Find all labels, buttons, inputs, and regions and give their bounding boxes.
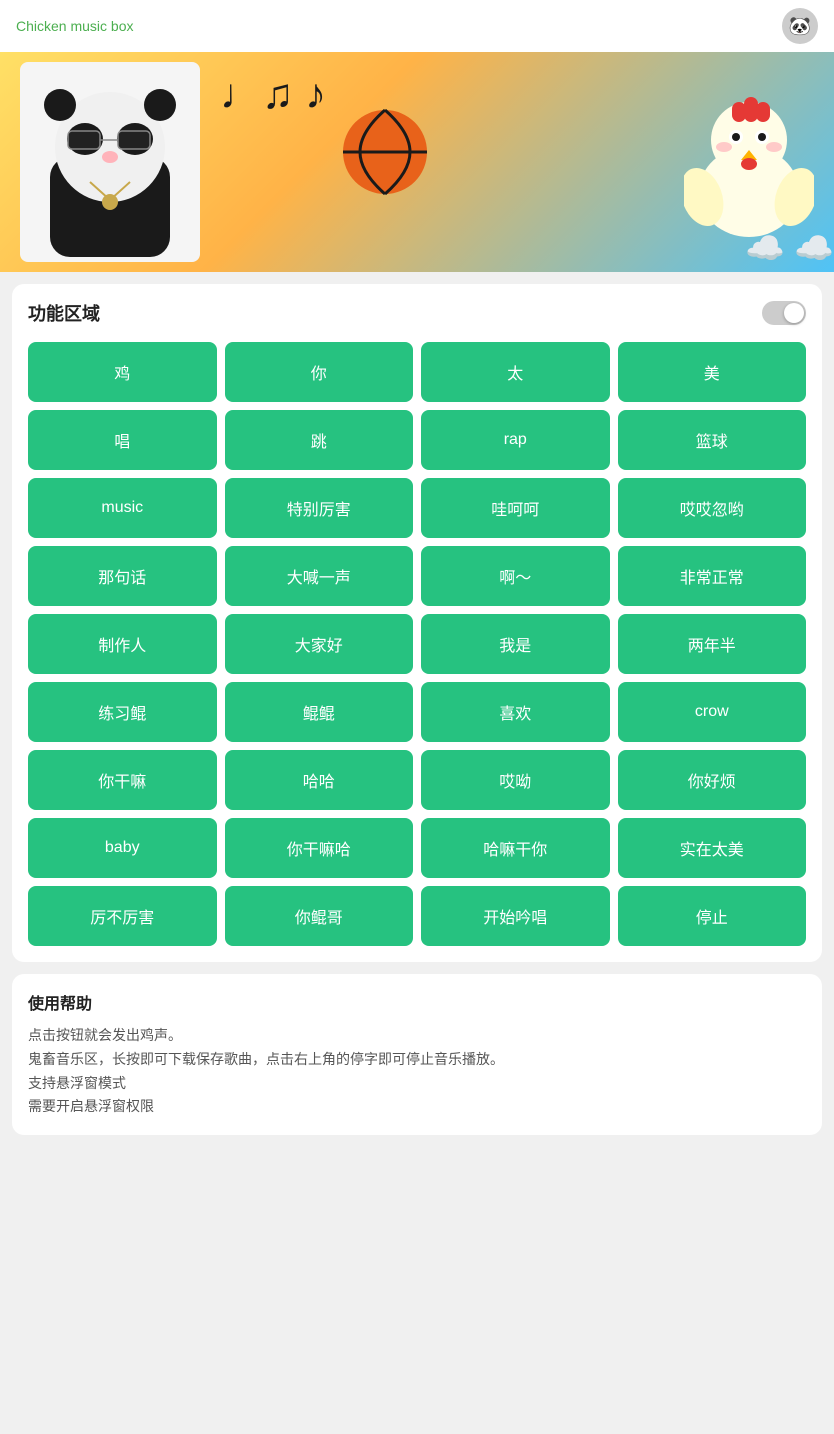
sound-button-26[interactable]: 哎呦 bbox=[421, 750, 610, 810]
sound-button-21[interactable]: 鲲鲲 bbox=[225, 682, 414, 742]
sound-button-5[interactable]: 跳 bbox=[225, 410, 414, 470]
sound-button-27[interactable]: 你好烦 bbox=[618, 750, 807, 810]
sound-button-23[interactable]: crow bbox=[618, 682, 807, 742]
buttons-grid: 鸡你太美唱跳rap篮球 music特别厉害哇呵呵哎哎忽哟那句话大喊一声啊～非常正常… bbox=[28, 342, 806, 946]
sound-button-28[interactable]: baby bbox=[28, 818, 217, 878]
chicken-icon bbox=[684, 82, 814, 247]
sound-button-16[interactable]: 制作人 bbox=[28, 614, 217, 674]
help-line: 鬼畜音乐区，长按即可下载保存歌曲，点击右上角的停字即可停止音乐播放。 bbox=[28, 1048, 806, 1072]
sound-button-13[interactable]: 大喊一声 bbox=[225, 546, 414, 606]
help-title: 使用帮助 bbox=[28, 990, 806, 1014]
music-notes-icon: ♩♫ ♪ bbox=[220, 70, 326, 118]
banner-panda bbox=[20, 62, 200, 262]
app-header: Chicken music box 🐼 bbox=[0, 0, 834, 52]
sound-button-20[interactable]: 练习鲲 bbox=[28, 682, 217, 742]
basketball-icon bbox=[340, 107, 430, 202]
help-line: 需要开启悬浮窗权限 bbox=[28, 1095, 806, 1119]
avatar: 🐼 bbox=[782, 8, 818, 44]
sound-button-15[interactable]: 非常正常 bbox=[618, 546, 807, 606]
section-title: 功能区域 bbox=[28, 300, 100, 326]
sound-button-2[interactable]: 太 bbox=[421, 342, 610, 402]
sound-button-4[interactable]: 唱 bbox=[28, 410, 217, 470]
cloud-icon: ☁️ ☁️ bbox=[745, 229, 834, 267]
sound-button-12[interactable]: 那句话 bbox=[28, 546, 217, 606]
function-card: 功能区域 鸡你太美唱跳rap篮球 music特别厉害哇呵呵哎哎忽哟那句话大喊一声啊… bbox=[12, 284, 822, 962]
sound-button-22[interactable]: 喜欢 bbox=[421, 682, 610, 742]
sound-button-11[interactable]: 哎哎忽哟 bbox=[618, 478, 807, 538]
sound-button-35[interactable]: 停止 bbox=[618, 886, 807, 946]
sound-button-30[interactable]: 哈嘛干你 bbox=[421, 818, 610, 878]
help-line: 点击按钮就会发出鸡声。 bbox=[28, 1024, 806, 1048]
sound-button-1[interactable]: 你 bbox=[225, 342, 414, 402]
help-card: 使用帮助 点击按钮就会发出鸡声。鬼畜音乐区，长按即可下载保存歌曲，点击右上角的停… bbox=[12, 974, 822, 1135]
sound-button-31[interactable]: 实在太美 bbox=[618, 818, 807, 878]
sound-button-14[interactable]: 啊～ bbox=[421, 546, 610, 606]
sound-button-19[interactable]: 两年半 bbox=[618, 614, 807, 674]
banner: ♩♫ ♪ bbox=[0, 52, 834, 272]
sound-button-3[interactable]: 美 bbox=[618, 342, 807, 402]
app-title: Chicken music box bbox=[16, 18, 134, 34]
help-line: 支持悬浮窗模式 bbox=[28, 1072, 806, 1096]
sound-button-9[interactable]: 特别厉害 bbox=[225, 478, 414, 538]
sound-button-25[interactable]: 哈哈 bbox=[225, 750, 414, 810]
sound-button-8[interactable]: music bbox=[28, 478, 217, 538]
sound-button-6[interactable]: rap bbox=[421, 410, 610, 470]
sound-button-10[interactable]: 哇呵呵 bbox=[421, 478, 610, 538]
sound-button-0[interactable]: 鸡 bbox=[28, 342, 217, 402]
sound-button-32[interactable]: 厉不厉害 bbox=[28, 886, 217, 946]
sound-button-29[interactable]: 你干嘛哈 bbox=[225, 818, 414, 878]
help-text: 点击按钮就会发出鸡声。鬼畜音乐区，长按即可下载保存歌曲，点击右上角的停字即可停止… bbox=[28, 1024, 806, 1119]
sound-button-18[interactable]: 我是 bbox=[421, 614, 610, 674]
sound-button-34[interactable]: 开始吟唱 bbox=[421, 886, 610, 946]
section-header: 功能区域 bbox=[28, 300, 806, 326]
sound-button-7[interactable]: 篮球 bbox=[618, 410, 807, 470]
sound-button-33[interactable]: 你鲲哥 bbox=[225, 886, 414, 946]
toggle-switch[interactable] bbox=[762, 301, 806, 325]
sound-button-24[interactable]: 你干嘛 bbox=[28, 750, 217, 810]
sound-button-17[interactable]: 大家好 bbox=[225, 614, 414, 674]
